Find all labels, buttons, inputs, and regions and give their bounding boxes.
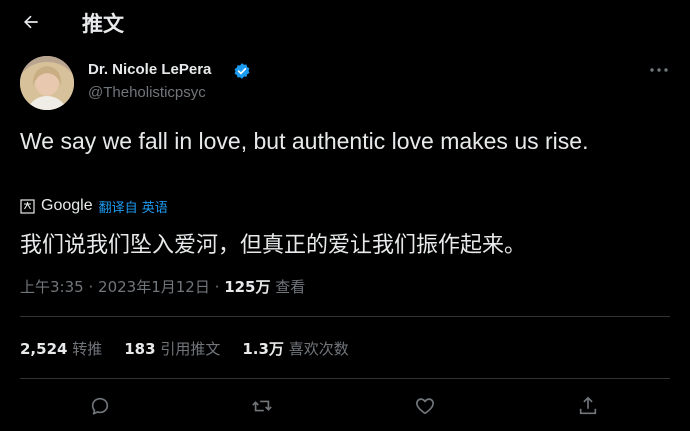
retweets-label: 转推 xyxy=(72,340,103,358)
author-name[interactable]: Dr. Nicole LePera xyxy=(88,61,211,78)
reply-icon xyxy=(91,397,109,415)
translation-provider: Google xyxy=(41,197,93,214)
translation-attribution: Google 翻译自 英语 xyxy=(20,196,168,216)
translate-icon xyxy=(20,198,35,214)
like-button[interactable] xyxy=(411,392,439,420)
translated-from-link[interactable]: 翻译自 英语 xyxy=(99,197,168,216)
divider xyxy=(20,316,670,317)
retweets-count: 2,524 xyxy=(20,340,68,358)
tweet-time[interactable]: 上午3:35 xyxy=(20,278,84,296)
tweet-text: We say we fall in love, but authentic lo… xyxy=(20,128,589,154)
tweet-meta: 上午3:35 · 2023年1月12日 · 125万 查看 xyxy=(20,276,305,297)
verified-badge-icon xyxy=(234,63,250,79)
likes-stat[interactable]: 1.3万 喜欢次数 xyxy=(242,338,348,359)
more-options-button[interactable] xyxy=(644,58,674,82)
avatar-image xyxy=(20,56,74,110)
share-button[interactable] xyxy=(574,392,602,420)
meta-separator: · xyxy=(88,278,94,296)
back-button[interactable] xyxy=(16,8,46,36)
likes-count: 1.3万 xyxy=(242,340,284,358)
like-icon xyxy=(416,398,434,415)
meta-separator: · xyxy=(214,278,220,296)
avatar[interactable] xyxy=(20,56,74,110)
engagement-stats: 2,524 转推 183 引用推文 1.3万 喜欢次数 xyxy=(20,338,371,359)
quotes-count: 183 xyxy=(124,340,156,358)
action-bar xyxy=(0,390,690,422)
translated-text: 我们说我们坠入爱河，但真正的爱让我们振作起来。 xyxy=(20,233,527,258)
views-label: 查看 xyxy=(275,278,306,296)
arrow-left-icon xyxy=(24,15,38,29)
retweets-stat[interactable]: 2,524 转推 xyxy=(20,338,102,359)
top-bar: 推文 xyxy=(0,0,690,44)
quotes-label: 引用推文 xyxy=(160,340,221,358)
divider xyxy=(20,378,670,379)
author-handle[interactable]: @Theholisticpsyc xyxy=(88,84,206,101)
tweet-date[interactable]: 2023年1月12日 xyxy=(98,278,210,296)
retweet-icon xyxy=(252,400,272,412)
more-horizontal-icon xyxy=(650,68,668,72)
share-icon xyxy=(579,396,597,415)
quotes-stat[interactable]: 183 引用推文 xyxy=(124,338,220,359)
reply-button[interactable] xyxy=(86,392,114,420)
retweet-button[interactable] xyxy=(248,392,276,420)
page-title: 推文 xyxy=(82,12,124,36)
likes-label: 喜欢次数 xyxy=(288,340,349,358)
views-count: 125万 xyxy=(224,278,271,296)
